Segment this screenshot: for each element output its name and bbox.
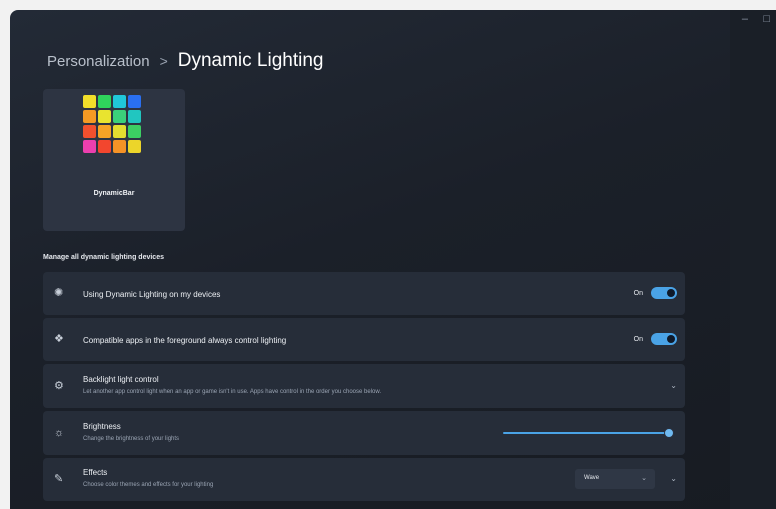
toggle-state-text: On	[633, 335, 643, 343]
settings-window: – □ Personalization > Dynamic Lighting D…	[10, 10, 776, 509]
window-edge	[730, 10, 776, 509]
led-cell	[83, 140, 96, 153]
breadcrumb-separator: >	[159, 53, 168, 69]
chevron-down-icon[interactable]: ⌄	[670, 381, 677, 390]
setting-row-brightness: ☼ Brightness Change the brightness of yo…	[43, 411, 685, 455]
gear-icon: ⚙	[54, 380, 64, 392]
setting-row-compatible-apps[interactable]: ❖ Compatible apps in the foreground alwa…	[43, 318, 685, 361]
toggle-control: On	[634, 287, 677, 299]
effects-select[interactable]: Wave ⌄	[575, 469, 655, 489]
setting-description: Let another app control light when an ap…	[83, 389, 382, 395]
setting-title: Effects	[83, 468, 108, 477]
setting-title: Brightness	[83, 422, 121, 431]
breadcrumb: Personalization > Dynamic Lighting	[47, 47, 324, 75]
setting-row-effects[interactable]: ✎ Effects Choose color themes and effect…	[43, 458, 685, 501]
toggle-knob	[667, 289, 675, 297]
led-cell	[128, 125, 141, 138]
brightness-icon: ☼	[54, 427, 65, 439]
led-cell	[113, 125, 126, 138]
setting-description: Choose color themes and effects for your…	[83, 482, 214, 488]
setting-row-use-dynamic-lighting[interactable]: ✺ Using Dynamic Lighting on my devices O…	[43, 272, 685, 315]
sun-icon: ✺	[54, 287, 64, 299]
brightness-slider[interactable]	[503, 428, 674, 438]
led-cell	[98, 95, 111, 108]
led-cell	[83, 95, 96, 108]
effects-select-value: Wave	[584, 475, 600, 481]
toggle-knob	[667, 335, 675, 343]
chevron-down-icon[interactable]: ⌄	[670, 474, 677, 483]
led-cell	[113, 110, 126, 123]
led-cell	[83, 125, 96, 138]
brightness-slider-thumb[interactable]	[664, 428, 674, 438]
device-card[interactable]: DynamicBar	[43, 89, 185, 231]
apps-icon: ❖	[54, 333, 64, 345]
device-name: DynamicBar	[93, 190, 135, 197]
setting-description: Change the brightness of your lights	[83, 436, 180, 442]
device-led-grid	[83, 95, 143, 155]
setting-row-backlight-control[interactable]: ⚙ Backlight light control Let another ap…	[43, 364, 685, 408]
led-cell	[83, 110, 96, 123]
led-cell	[128, 110, 141, 123]
led-cell	[98, 125, 111, 138]
compatible-apps-toggle[interactable]	[651, 333, 677, 345]
breadcrumb-personalization[interactable]: Personalization	[47, 53, 150, 70]
led-cell	[128, 95, 141, 108]
led-cell	[98, 110, 111, 123]
led-cell	[113, 140, 126, 153]
page-title: Dynamic Lighting	[177, 50, 324, 71]
led-cell	[128, 140, 141, 153]
led-cell	[98, 140, 111, 153]
use-dynamic-lighting-toggle[interactable]	[651, 287, 677, 299]
toggle-state-text: On	[633, 289, 643, 297]
setting-title: Using Dynamic Lighting on my devices	[83, 290, 221, 299]
toggle-control: On	[634, 333, 677, 345]
setting-title: Backlight light control	[83, 375, 159, 384]
minimize-button[interactable]: –	[742, 12, 748, 26]
setting-title: Compatible apps in the foreground always…	[83, 336, 287, 345]
led-cell	[113, 95, 126, 108]
maximize-button[interactable]: □	[763, 12, 770, 26]
section-label: Manage all dynamic lighting devices	[43, 254, 164, 261]
brush-icon: ✎	[54, 473, 64, 485]
chevron-down-icon: ⌄	[641, 475, 647, 482]
